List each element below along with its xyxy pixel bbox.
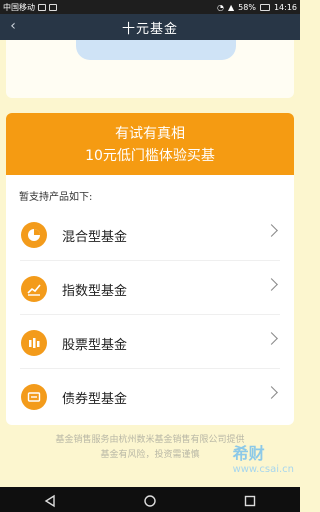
recents-square-icon[interactable] [243,493,257,507]
divider [20,260,280,261]
watermark-brand: 希财 [232,444,265,463]
promo-line-1: 有试有真相 [115,126,185,142]
watermark: 希财 www.csai.cn [233,440,294,475]
trend-line-icon [21,276,47,302]
chevron-right-icon [265,386,278,399]
status-right: ◔ ▲ 58% 14:16 [217,3,297,12]
banner-illustration [76,40,236,60]
chevron-right-icon [265,332,278,345]
fund-item-stock[interactable]: 股票型基金 [6,318,294,368]
chevron-right-icon [265,278,278,291]
page-title: 十元基金 [121,21,178,37]
notification-icon [49,3,57,11]
fund-label: 债券型基金 [62,392,128,407]
divider [20,314,280,315]
carrier-label: 中国移动 [3,2,35,12]
time-label: 14:16 [273,2,297,12]
chevron-right-icon [265,224,278,237]
status-left: 中国移动 [3,2,57,13]
fund-label: 股票型基金 [62,338,128,353]
fund-item-index[interactable]: 指数型基金 [6,264,294,314]
ticket-icon [21,384,47,410]
watermark-site: www.csai.cn [232,464,294,475]
fund-item-hybrid[interactable]: 混合型基金 [6,210,294,260]
sim-icon [38,3,46,11]
battery-label: 58% [238,2,256,12]
fund-label: 混合型基金 [62,230,128,245]
back-icon[interactable]: ‹ [6,18,20,34]
signal-icon: ▲ [228,2,235,12]
support-label: 暂支持产品如下: [19,192,93,203]
fund-list-card: 暂支持产品如下: 混合型基金 指数型基金 股票型基金 债券型基金 [6,175,294,425]
android-nav-bar [0,487,300,512]
bars-icon [21,330,47,356]
back-triangle-icon[interactable] [43,493,57,507]
top-banner-card [6,40,294,98]
divider [20,368,280,369]
fund-item-bond[interactable]: 债券型基金 [6,372,294,422]
wifi-icon: ◔ [217,2,224,12]
status-bar: 中国移动 ◔ ▲ 58% 14:16 [0,0,300,14]
promo-line-2: 10元低门槛体验买基 [85,148,215,164]
pie-chart-icon [21,222,47,248]
promo-banner: 有试有真相 10元低门槛体验买基 [6,113,294,175]
battery-icon [259,3,270,11]
fund-label: 指数型基金 [62,284,128,299]
nav-bar: ‹ 十元基金 [0,14,300,40]
home-circle-icon[interactable] [143,493,157,507]
